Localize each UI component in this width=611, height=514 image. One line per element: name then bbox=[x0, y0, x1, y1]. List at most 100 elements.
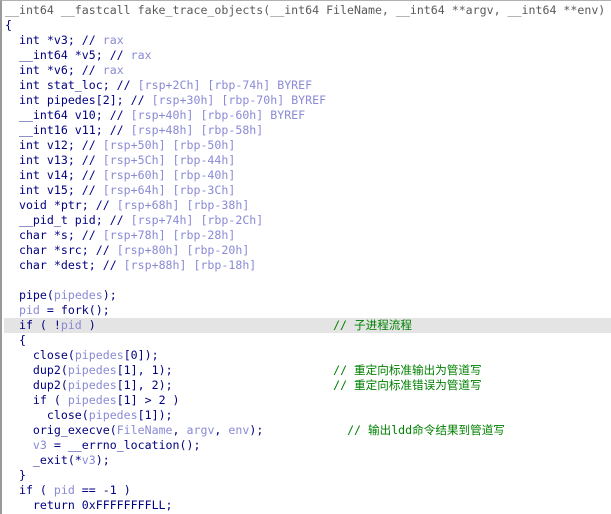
code-variable[interactable]: [rsp+88h] [rbp-18h] bbox=[124, 258, 257, 272]
code-token: __int64 *v5; // bbox=[5, 48, 131, 62]
code-variable[interactable]: v3 bbox=[33, 438, 47, 452]
code-variable[interactable]: pid bbox=[54, 483, 75, 497]
code-variable[interactable]: [rsp+30h] [rbp-70h] BYREF bbox=[152, 93, 327, 107]
code-line[interactable]: dup2(pipedes[1], 2); // 重定向标准错误为管道写 bbox=[4, 378, 611, 393]
code-line[interactable]: pipe(pipedes); bbox=[4, 288, 611, 303]
code-token: = fork(); bbox=[39, 303, 110, 317]
code-variable[interactable]: pipedes bbox=[75, 348, 124, 362]
code-variable[interactable]: v3 bbox=[82, 453, 96, 467]
code-variable[interactable]: rax bbox=[103, 63, 124, 77]
code-line[interactable]: __int64 *v5; // rax bbox=[4, 48, 611, 63]
code-variable[interactable]: [rsp+74h] [rbp-2Ch] bbox=[131, 213, 264, 227]
code-comment: // 子进程流程 bbox=[333, 318, 412, 332]
pseudocode-listing[interactable]: __int64 __fastcall fake_trace_objects(__… bbox=[4, 3, 611, 513]
code-line[interactable]: orig_execve(FileName, argv, env); // 输出l… bbox=[4, 423, 611, 438]
code-line[interactable]: int pipedes[2]; // [rsp+30h] [rbp-70h] B… bbox=[4, 93, 611, 108]
code-variable[interactable]: pid bbox=[61, 318, 82, 332]
code-token: { bbox=[5, 333, 26, 347]
code-token: ); bbox=[249, 423, 348, 437]
code-line[interactable]: int *v3; // rax bbox=[4, 33, 611, 48]
code-token: == -1 ) bbox=[74, 483, 131, 497]
code-token: char *dest; // bbox=[5, 258, 124, 272]
code-variable[interactable]: [rsp+68h] [rbp-38h] bbox=[117, 198, 250, 212]
code-token: [1], 1); bbox=[116, 363, 334, 377]
code-variable[interactable]: pipedes bbox=[68, 393, 117, 407]
code-token: char *s; // bbox=[5, 228, 103, 242]
code-token: __int16 v11; // bbox=[5, 123, 131, 137]
code-token: [0]); bbox=[123, 348, 159, 362]
code-token: _exit(* bbox=[5, 453, 82, 467]
code-line[interactable]: { bbox=[4, 18, 611, 33]
code-line[interactable]: } bbox=[4, 468, 611, 483]
code-line[interactable] bbox=[4, 273, 611, 288]
code-line[interactable]: _exit(*v3); bbox=[4, 453, 611, 468]
code-line[interactable]: pid = fork(); bbox=[4, 303, 611, 318]
code-line[interactable]: dup2(pipedes[1], 1); // 重定向标准输出为管道写 bbox=[4, 363, 611, 378]
code-token: int *v3; // bbox=[5, 33, 103, 47]
code-line[interactable]: int v14; // [rsp+60h] [rbp-40h] bbox=[4, 168, 611, 183]
code-variable[interactable]: pipedes bbox=[54, 288, 103, 302]
code-variable[interactable]: [rsp+64h] [rbp-3Ch] bbox=[103, 183, 236, 197]
code-token: if ( bbox=[5, 483, 54, 497]
code-variable[interactable]: [rsp+2Ch] [rbp-74h] BYREF bbox=[138, 78, 313, 92]
code-line[interactable]: int v13; // [rsp+5Ch] [rbp-44h] bbox=[4, 153, 611, 168]
code-line[interactable]: char *src; // [rsp+80h] [rbp-20h] bbox=[4, 243, 611, 258]
code-token: void *ptr; // bbox=[5, 198, 117, 212]
code-variable[interactable]: rax bbox=[131, 48, 152, 62]
code-token: = __errno_location(); bbox=[46, 438, 201, 452]
code-token: } bbox=[5, 468, 26, 482]
code-comment: // 重定向标准错误为管道写 bbox=[333, 378, 482, 392]
code-variable[interactable]: [rsp+80h] [rbp-20h] bbox=[117, 243, 250, 257]
code-token: ); bbox=[95, 453, 110, 467]
code-token: int stat_loc; // bbox=[5, 78, 138, 92]
code-line[interactable]: return 0xFFFFFFFFLL; bbox=[4, 498, 611, 513]
code-variable[interactable]: pipedes bbox=[89, 408, 138, 422]
code-token: close( bbox=[5, 348, 75, 362]
code-variable[interactable]: [rsp+50h] [rbp-50h] bbox=[103, 138, 236, 152]
code-line[interactable]: if ( pid == -1 ) bbox=[4, 483, 611, 498]
code-line[interactable]: close(pipedes[0]); bbox=[4, 348, 611, 363]
code-line[interactable]: int *v6; // rax bbox=[4, 63, 611, 78]
pseudocode-view[interactable]: __int64 __fastcall fake_trace_objects(__… bbox=[0, 0, 611, 514]
function-signature-line[interactable]: __int64 __fastcall fake_trace_objects(__… bbox=[4, 3, 611, 18]
code-line[interactable]: { bbox=[4, 333, 611, 348]
code-line[interactable]: char *s; // [rsp+78h] [rbp-28h] bbox=[4, 228, 611, 243]
code-variable[interactable]: [rsp+78h] [rbp-28h] bbox=[103, 228, 236, 242]
code-comment: // 重定向标准输出为管道写 bbox=[333, 363, 482, 377]
code-variable[interactable]: pipedes bbox=[68, 378, 117, 392]
code-variable[interactable]: argv bbox=[187, 423, 215, 437]
code-variable[interactable]: [rsp+40h] [rbp-60h] BYREF bbox=[131, 108, 306, 122]
code-line[interactable]: __int64 v10; // [rsp+40h] [rbp-60h] BYRE… bbox=[4, 108, 611, 123]
code-token: close( bbox=[5, 408, 89, 422]
code-token: pipe( bbox=[5, 288, 54, 302]
code-line[interactable]: if ( pipedes[1] > 2 ) bbox=[4, 393, 611, 408]
code-token: int *v6; // bbox=[5, 63, 103, 77]
code-variable[interactable]: rax bbox=[103, 33, 124, 47]
code-variable[interactable]: pid bbox=[19, 303, 40, 317]
code-line[interactable]: close(pipedes[1]); bbox=[4, 408, 611, 423]
code-token: char *src; // bbox=[5, 243, 117, 257]
code-variable[interactable]: [rsp+60h] [rbp-40h] bbox=[103, 168, 236, 182]
code-variable[interactable]: [rsp+48h] [rbp-58h] bbox=[131, 123, 264, 137]
code-line[interactable]: if ( !pid ) // 子进程流程 bbox=[4, 318, 611, 333]
code-token: if ( bbox=[5, 393, 68, 407]
code-line[interactable]: int v12; // [rsp+50h] [rbp-50h] bbox=[4, 138, 611, 153]
code-line[interactable]: __int16 v11; // [rsp+48h] [rbp-58h] bbox=[4, 123, 611, 138]
code-comment: // 输出ldd命令结果到管道写 bbox=[347, 423, 505, 437]
code-token: if ( ! bbox=[5, 318, 61, 332]
code-token: { bbox=[5, 18, 12, 32]
code-token: , bbox=[214, 423, 229, 437]
code-line[interactable]: void *ptr; // [rsp+68h] [rbp-38h] bbox=[4, 198, 611, 213]
code-variable[interactable]: FileName bbox=[117, 423, 173, 437]
code-variable[interactable]: pipedes bbox=[68, 363, 117, 377]
code-token: dup2( bbox=[5, 378, 68, 392]
code-line[interactable]: __pid_t pid; // [rsp+74h] [rbp-2Ch] bbox=[4, 213, 611, 228]
code-line[interactable]: char *dest; // [rsp+88h] [rbp-18h] bbox=[4, 258, 611, 273]
code-token: ); bbox=[102, 288, 117, 302]
code-line[interactable]: v3 = __errno_location(); bbox=[4, 438, 611, 453]
code-variable[interactable]: env bbox=[228, 423, 249, 437]
code-variable[interactable]: [rsp+5Ch] [rbp-44h] bbox=[103, 153, 236, 167]
code-line[interactable]: int v15; // [rsp+64h] [rbp-3Ch] bbox=[4, 183, 611, 198]
code-line[interactable]: int stat_loc; // [rsp+2Ch] [rbp-74h] BYR… bbox=[4, 78, 611, 93]
